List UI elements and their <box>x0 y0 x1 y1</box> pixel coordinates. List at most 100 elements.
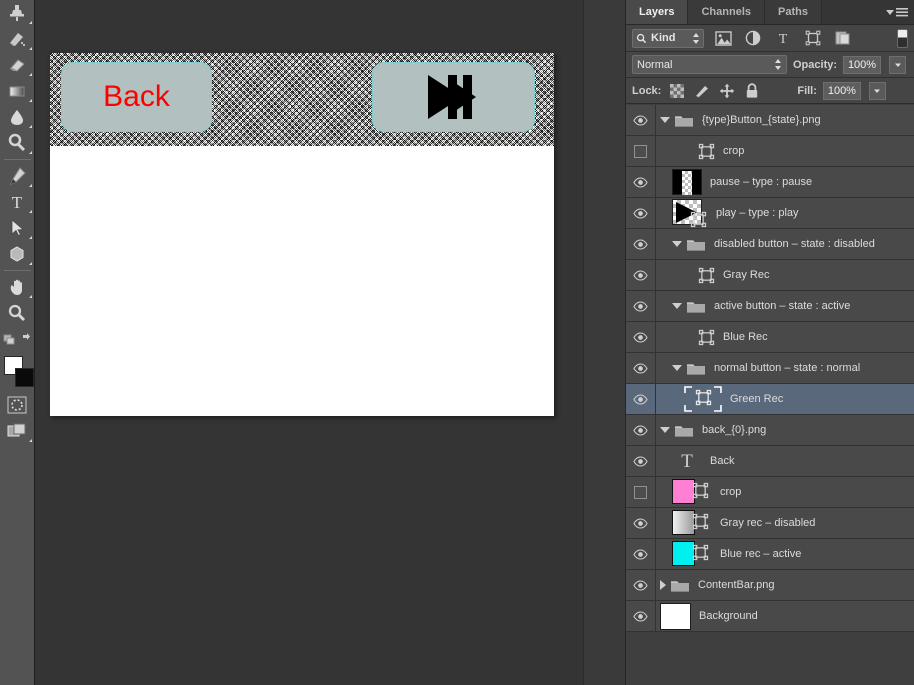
shape-tool[interactable] <box>1 241 34 267</box>
quick-mask-button[interactable] <box>1 392 34 418</box>
layer-hidden-checkbox[interactable] <box>634 485 647 499</box>
layer-visibility-toggle-on[interactable] <box>626 290 656 322</box>
filter-type-layers[interactable]: T <box>772 28 794 48</box>
back-button[interactable]: Back <box>61 62 212 132</box>
filter-adjustment-layers[interactable] <box>742 28 764 48</box>
document-canvas[interactable]: Back <box>50 53 554 416</box>
layer-row[interactable]: Gray Rec <box>626 259 914 291</box>
layer-hidden-checkbox[interactable] <box>634 144 647 158</box>
fill-input[interactable]: 100% <box>822 81 861 100</box>
filter-pixel-layers[interactable] <box>712 28 734 48</box>
blur-tool[interactable] <box>1 104 34 130</box>
layer-list[interactable]: {type}Button_{state}.png crop pause – ty… <box>626 105 914 685</box>
layer-row[interactable]: active button – state : active <box>626 290 914 322</box>
layer-row-content[interactable]: {type}Button_{state}.png <box>656 105 914 136</box>
layer-visibility-toggle-on[interactable] <box>626 507 656 539</box>
hand-tool[interactable] <box>1 274 34 300</box>
layer-row-content[interactable]: play – type : play <box>656 198 914 229</box>
layer-visibility-toggle-on[interactable] <box>626 321 656 353</box>
layer-row-content[interactable]: Blue Rec <box>656 322 914 353</box>
fill-stepper[interactable] <box>868 81 886 100</box>
layer-row-content[interactable]: Gray Rec <box>656 260 914 291</box>
layer-row-content[interactable]: disabled button – state : disabled <box>656 229 914 260</box>
tab-channels[interactable]: Channels <box>688 0 765 24</box>
layer-row[interactable]: Green Rec <box>626 383 914 415</box>
layer-row[interactable]: Background <box>626 600 914 632</box>
filter-shape-layers[interactable] <box>802 28 824 48</box>
layer-row-content[interactable]: Blue rec – active <box>656 539 914 570</box>
group-expand-triangle-icon[interactable] <box>660 580 666 590</box>
layer-visibility-toggle-on[interactable] <box>626 414 656 446</box>
screen-mode-button[interactable] <box>1 418 34 444</box>
history-brush-tool[interactable] <box>1 26 34 52</box>
tab-layers[interactable]: Layers <box>626 0 689 24</box>
layer-row[interactable]: play – type : play <box>626 197 914 229</box>
layer-visibility-toggle-on[interactable] <box>626 445 656 477</box>
lock-transparent-pixels[interactable] <box>667 81 686 100</box>
panel-menu-button[interactable] <box>885 7 909 19</box>
layer-row-content[interactable]: crop <box>656 136 914 167</box>
layer-row-content[interactable]: back_{0}.png <box>656 415 914 446</box>
layer-visibility-toggle-on[interactable] <box>626 569 656 601</box>
layer-visibility-toggle-on[interactable] <box>626 352 656 384</box>
layer-visibility-toggle-on[interactable] <box>626 600 656 632</box>
layer-row-content[interactable]: Green Rec <box>656 384 914 415</box>
layer-visibility-toggle-on[interactable] <box>626 166 656 198</box>
layer-row-content[interactable]: pause – type : pause <box>656 167 914 198</box>
clone-stamp-tool[interactable] <box>1 0 34 26</box>
lock-all[interactable] <box>742 81 761 100</box>
dodge-tool[interactable] <box>1 130 34 156</box>
edit-toolbar-button[interactable] <box>1 326 34 352</box>
playpause-button[interactable] <box>372 62 535 132</box>
layer-row[interactable]: pause – type : pause <box>626 166 914 198</box>
layer-row[interactable]: normal button – state : normal <box>626 352 914 384</box>
background-color-swatch[interactable] <box>14 368 34 387</box>
pen-tool[interactable] <box>1 163 34 189</box>
layer-row-content[interactable]: crop <box>656 477 914 508</box>
eraser-tool[interactable] <box>1 52 34 78</box>
layer-row-content[interactable]: normal button – state : normal <box>656 353 914 384</box>
layer-row-content[interactable]: Background <box>656 601 914 632</box>
layer-row[interactable]: crop <box>626 135 914 167</box>
group-collapse-triangle-icon[interactable] <box>672 241 682 247</box>
opacity-stepper[interactable] <box>889 55 907 74</box>
layer-visibility-toggle-off[interactable] <box>626 476 656 508</box>
layer-row[interactable]: ContentBar.png <box>626 569 914 601</box>
layer-row-content[interactable]: active button – state : active <box>656 291 914 322</box>
layer-visibility-toggle-off[interactable] <box>626 135 656 167</box>
layer-row[interactable]: Blue Rec <box>626 321 914 353</box>
layer-visibility-toggle-on[interactable] <box>626 105 656 136</box>
filter-kind-select[interactable]: Kind <box>632 28 704 48</box>
layer-row-content[interactable]: ContentBar.png <box>656 570 914 601</box>
zoom-tool[interactable] <box>1 300 34 326</box>
layer-row[interactable]: Gray rec – disabled <box>626 507 914 539</box>
group-collapse-triangle-icon[interactable] <box>672 303 682 309</box>
layer-row[interactable]: Blue rec – active <box>626 538 914 570</box>
blend-mode-select[interactable]: Normal <box>632 55 787 74</box>
tab-paths[interactable]: Paths <box>765 0 822 24</box>
layer-row[interactable]: crop <box>626 476 914 508</box>
opacity-input[interactable]: 100% <box>843 55 882 74</box>
group-collapse-triangle-icon[interactable] <box>672 365 682 371</box>
layer-visibility-toggle-on[interactable] <box>626 538 656 570</box>
layer-row-content[interactable]: Gray rec – disabled <box>656 508 914 539</box>
layer-row[interactable]: {type}Button_{state}.png <box>626 105 914 136</box>
group-collapse-triangle-icon[interactable] <box>660 117 670 123</box>
lock-position[interactable] <box>717 81 736 100</box>
group-collapse-triangle-icon[interactable] <box>660 427 670 433</box>
layer-visibility-toggle-on[interactable] <box>626 197 656 229</box>
layer-visibility-toggle-on[interactable] <box>626 228 656 260</box>
filter-enable-toggle[interactable] <box>897 28 908 48</box>
gradient-tool[interactable] <box>1 78 34 104</box>
layer-row[interactable]: T Back <box>626 445 914 477</box>
layer-visibility-toggle-on[interactable] <box>626 259 656 291</box>
lock-image-pixels[interactable] <box>692 81 711 100</box>
path-selection-tool[interactable] <box>1 215 34 241</box>
color-swatches[interactable] <box>1 354 34 392</box>
layer-row-content[interactable]: T Back <box>656 446 914 477</box>
layer-row[interactable]: back_{0}.png <box>626 414 914 446</box>
layer-visibility-toggle-on[interactable] <box>626 383 656 415</box>
filter-smart-objects[interactable] <box>832 28 854 48</box>
layer-row[interactable]: disabled button – state : disabled <box>626 228 914 260</box>
type-tool[interactable]: T <box>1 189 34 215</box>
